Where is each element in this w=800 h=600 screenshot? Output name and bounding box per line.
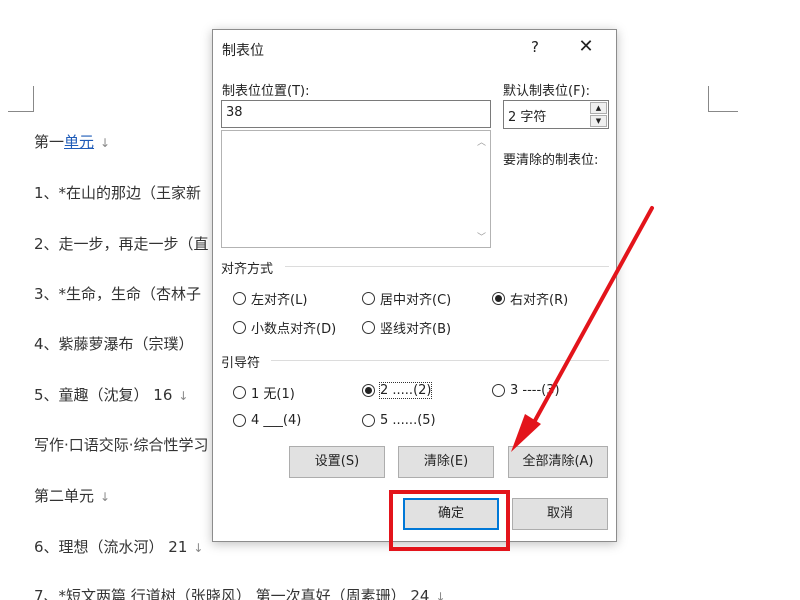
annotation-arrow-icon (511, 206, 654, 452)
